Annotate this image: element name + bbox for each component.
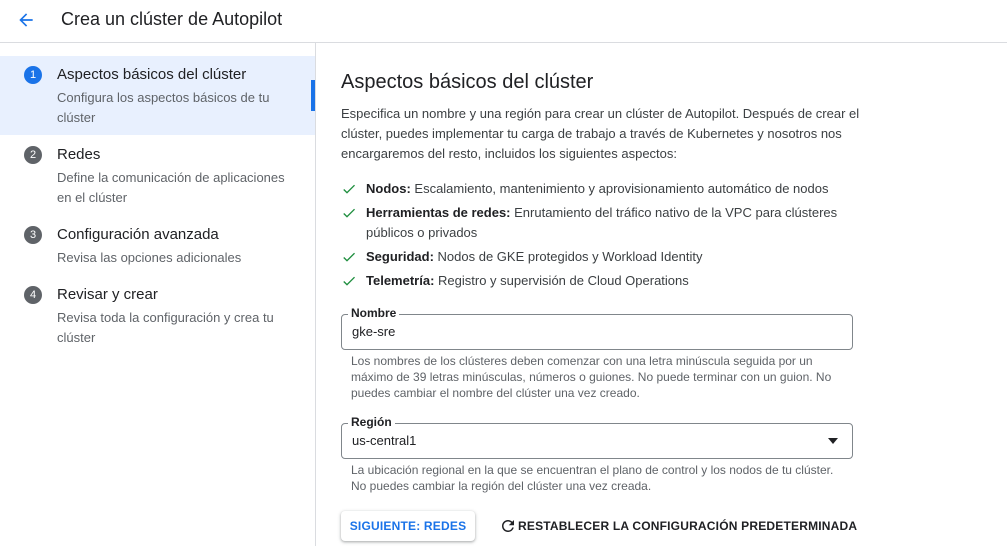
cluster-name-field[interactable]: Nombre gke-sre (341, 305, 853, 350)
dropdown-arrow-icon[interactable] (828, 438, 838, 444)
feature-text: Registro y supervisión de Cloud Operatio… (434, 273, 689, 288)
active-step-indicator (311, 80, 315, 111)
reset-defaults-label[interactable]: RESTABLECER LA CONFIGURACIÓN PREDETERMIN… (518, 519, 857, 533)
step-title: Aspectos básicos del clúster (57, 66, 247, 83)
feature-item: Telemetría: Registro y supervisión de Cl… (341, 271, 853, 291)
feature-item: Nodos: Escalamiento, mantenimiento y apr… (341, 179, 853, 199)
feature-label: Herramientas de redes: (366, 205, 511, 220)
region-field-label: Región (348, 414, 395, 430)
step-number: 4 (24, 286, 42, 304)
feature-text: Nodos de GKE protegidos y Workload Ident… (433, 249, 703, 264)
step-number: 1 (24, 66, 42, 84)
step-networking[interactable]: 2 Redes Define la comunicación de aplica… (0, 136, 315, 214)
next-networking-button[interactable]: SIGUIENTE: REDES (341, 511, 475, 541)
step-description: Revisa las opciones adicionales (57, 250, 242, 265)
back-button[interactable] (12, 6, 40, 34)
step-review[interactable]: 4 Revisar y crear Revisa toda la configu… (0, 276, 315, 354)
region-field-value[interactable]: us-central1 (352, 432, 416, 450)
stepper-sidebar: 1 Aspectos básicos del clúster Configura… (0, 43, 316, 546)
page-header: Crea un clúster de Autopilot (0, 0, 1007, 43)
step-description: Configura los aspectos básicos de tu clú… (57, 90, 270, 125)
step-title: Configuración avanzada (57, 226, 219, 243)
check-icon (343, 252, 355, 262)
name-field-label: Nombre (348, 305, 400, 321)
region-field-hint: La ubicación regional en la que se encue… (351, 463, 834, 493)
step-description: Revisa toda la configuración y crea tu c… (57, 310, 274, 345)
region-select[interactable]: Región us-central1 (341, 414, 853, 459)
refresh-icon[interactable] (499, 517, 517, 535)
name-field-value[interactable]: gke-sre (352, 323, 395, 341)
feature-label: Telemetría: (366, 273, 435, 288)
section-title: Aspectos básicos del clúster (341, 71, 594, 93)
step-title: Redes (57, 146, 101, 163)
page-title: Crea un clúster de Autopilot (61, 9, 283, 29)
step-basics[interactable]: 1 Aspectos básicos del clúster Configura… (0, 56, 315, 135)
check-icon (343, 276, 355, 286)
feature-item: Herramientas de redes: Enrutamiento del … (341, 203, 853, 243)
step-title: Revisar y crear (57, 286, 158, 303)
step-description: Define la comunicación de aplicaciones e… (57, 170, 285, 205)
check-icon (343, 208, 355, 218)
check-icon (343, 184, 355, 194)
feature-label: Seguridad: (366, 249, 434, 264)
feature-text: Escalamiento, mantenimiento y aprovision… (410, 181, 829, 196)
feature-item: Seguridad: Nodos de GKE protegidos y Wor… (341, 247, 853, 267)
name-field-hint: Los nombres de los clústeres deben comen… (351, 354, 832, 400)
step-advanced[interactable]: 3 Configuración avanzada Revisa las opci… (0, 216, 315, 274)
reset-defaults-button[interactable]: RESTABLECER LA CONFIGURACIÓN PREDETERMIN… (499, 511, 857, 541)
intro-text: Especifica un nombre y una región para c… (341, 106, 860, 161)
arrow-back-icon[interactable] (16, 10, 36, 30)
feature-label: Nodos: (366, 181, 411, 196)
step-number: 2 (24, 146, 42, 164)
step-number: 3 (24, 226, 42, 244)
